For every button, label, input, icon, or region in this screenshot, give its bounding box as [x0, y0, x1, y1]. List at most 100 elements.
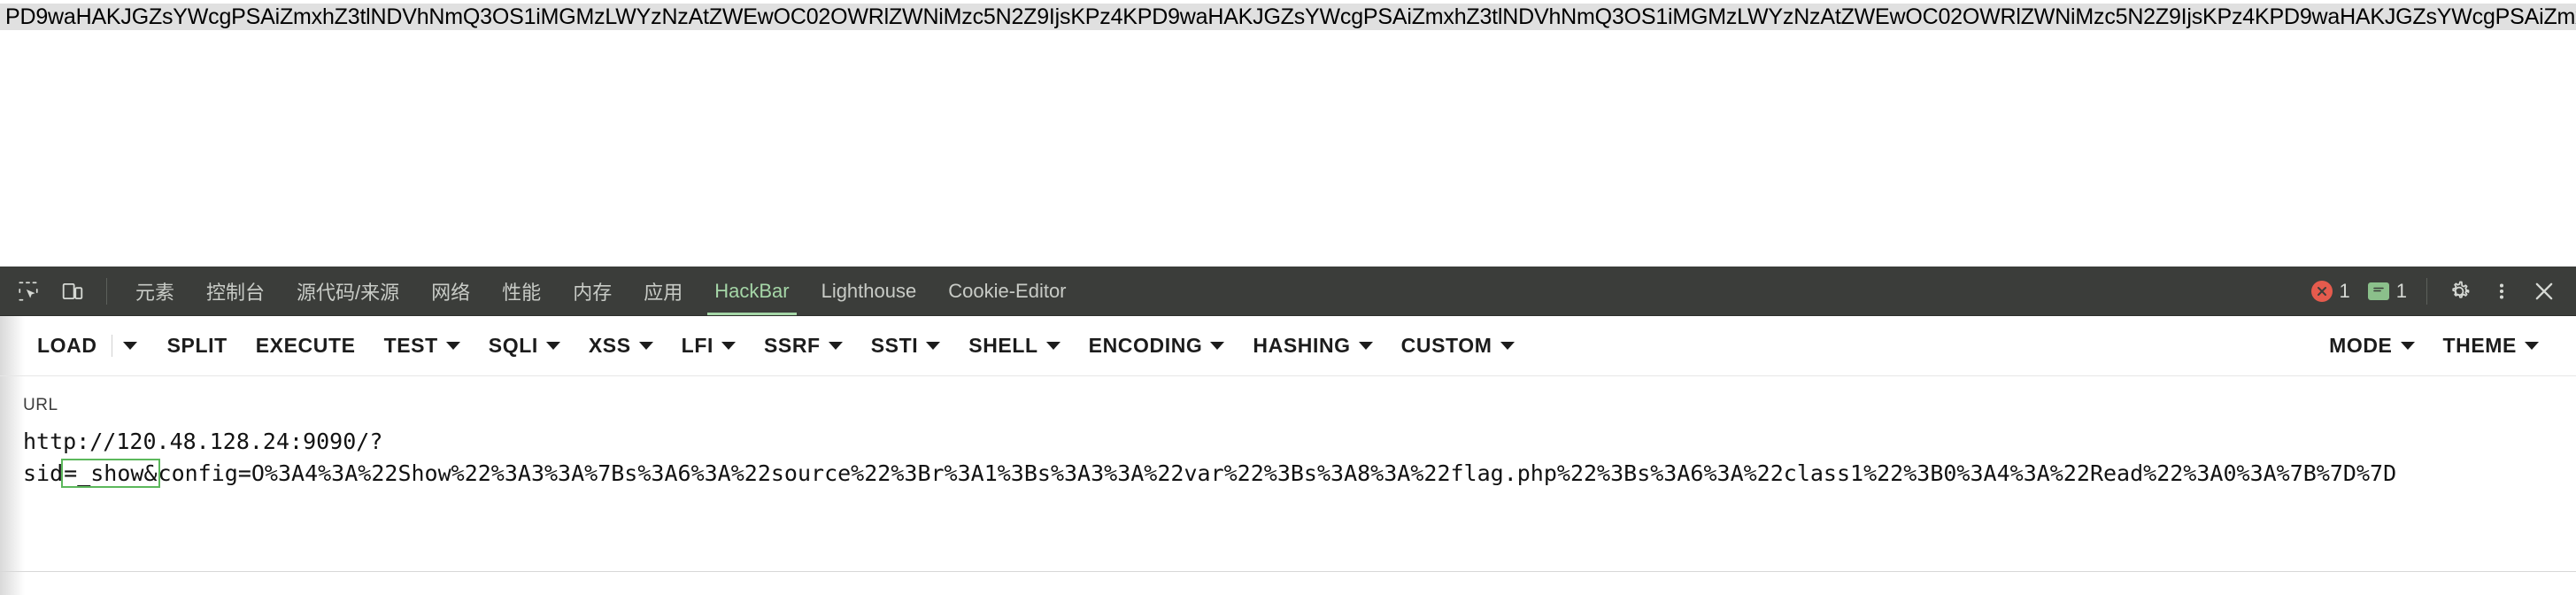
chevron-down-icon	[445, 342, 460, 350]
button-label: LOAD	[37, 334, 97, 357]
button-label: MODE	[2329, 334, 2393, 357]
tab-console[interactable]: 控制台	[190, 267, 281, 315]
chevron-down-icon	[122, 342, 137, 350]
tab-label: 内存	[573, 281, 613, 304]
devtools-panel: 元素 控制台 源代码/来源 网络 性能 内存 应用 HackBar Lighth…	[0, 267, 2576, 595]
toolbar-divider	[106, 277, 107, 305]
toolbar-edge-shade	[0, 316, 25, 375]
mode-button[interactable]: MODE	[2315, 327, 2428, 365]
chevron-down-icon	[828, 342, 843, 350]
split-button[interactable]: SPLIT	[153, 327, 242, 365]
gear-icon	[2452, 281, 2470, 298]
url-input[interactable]: http://120.48.128.24:9090/? sid=_show&co…	[23, 426, 2546, 490]
tab-label: 元素	[135, 281, 175, 304]
kebab-menu-icon	[2499, 282, 2504, 299]
tab-label: HackBar	[714, 279, 790, 302]
button-label: SSRF	[763, 334, 821, 357]
inspect-element-button[interactable]	[9, 272, 48, 311]
chevron-down-icon	[2400, 342, 2415, 350]
tab-label: Cookie-Editor	[948, 279, 1067, 302]
hackbar-toolbar: LOAD SPLIT EXECUTE TEST SQLI XSS LFI SSR…	[0, 316, 2576, 376]
chevron-down-icon	[1500, 342, 1515, 350]
error-icon	[2310, 280, 2333, 302]
settings-button[interactable]	[2440, 272, 2479, 311]
devtools-status-area: 1 1	[2304, 267, 2576, 315]
load-dropdown-button[interactable]	[111, 335, 148, 357]
custom-button[interactable]: CUSTOM	[1387, 327, 1529, 365]
url-field-label: URL	[23, 396, 58, 414]
tab-label: 性能	[502, 281, 542, 304]
chevron-down-icon	[1045, 342, 1060, 350]
button-label: HASHING	[1253, 334, 1351, 357]
body-edge-shade	[0, 376, 25, 595]
tab-application[interactable]: 应用	[628, 267, 698, 315]
tab-lighthouse[interactable]: Lighthouse	[806, 267, 933, 315]
url-text-after: config=O%3A4%3A%22Show%22%3A3%3A%7Bs%3A6…	[158, 460, 2397, 486]
error-count-badge[interactable]: 1	[2304, 280, 2357, 303]
message-count-badge[interactable]: 1	[2361, 280, 2414, 303]
browser-page-viewport: PD9waHAKJGZsYWcgPSAiZmxhZ3tlNDVhNmQ3OS1i…	[0, 0, 2576, 267]
ssti-button[interactable]: SSTI	[857, 327, 955, 365]
button-label: CUSTOM	[1400, 334, 1492, 357]
encoding-button[interactable]: ENCODING	[1075, 327, 1239, 365]
tab-label: Lighthouse	[821, 279, 917, 302]
tab-label: 应用	[644, 281, 683, 304]
devtools-tab-list: 元素 控制台 源代码/来源 网络 性能 内存 应用 HackBar Lighth…	[120, 267, 2304, 315]
load-button[interactable]: LOAD	[23, 327, 112, 365]
error-count: 1	[2339, 279, 2350, 302]
chevron-down-icon	[1358, 342, 1373, 350]
shell-button[interactable]: SHELL	[954, 327, 1074, 365]
devtools-tool-icons	[0, 267, 120, 315]
page-base64-content: PD9waHAKJGZsYWcgPSAiZmxhZ3tlNDVhNmQ3OS1i…	[0, 4, 2576, 30]
tab-sources[interactable]: 源代码/来源	[281, 267, 415, 315]
tab-network[interactable]: 网络	[415, 267, 486, 315]
message-count: 1	[2395, 279, 2407, 302]
xss-button[interactable]: XSS	[575, 327, 667, 365]
chevron-down-icon	[721, 342, 736, 350]
close-devtools-button[interactable]	[2525, 272, 2564, 311]
chevron-down-icon	[638, 342, 653, 350]
tab-label: 源代码/来源	[297, 281, 400, 304]
tab-cookie-editor[interactable]: Cookie-Editor	[932, 267, 1082, 315]
hackbar-url-section: URL http://120.48.128.24:9090/? sid=_sho…	[0, 376, 2576, 595]
ssrf-button[interactable]: SSRF	[750, 327, 857, 365]
sqli-button[interactable]: SQLI	[474, 327, 575, 365]
button-label: LFI	[681, 334, 713, 357]
lfi-button[interactable]: LFI	[667, 327, 750, 365]
devtools-tabbar: 元素 控制台 源代码/来源 网络 性能 内存 应用 HackBar Lighth…	[0, 267, 2576, 316]
test-button[interactable]: TEST	[370, 327, 474, 365]
tab-memory[interactable]: 内存	[557, 267, 628, 315]
device-toolbar-button[interactable]	[53, 272, 92, 311]
close-x-glyph	[2317, 286, 2326, 296]
more-options-button[interactable]	[2482, 272, 2521, 311]
device-toolbar-icon	[62, 282, 83, 299]
hashing-button[interactable]: HASHING	[1238, 327, 1386, 365]
button-label: SQLI	[488, 334, 538, 357]
button-label: TEST	[383, 334, 438, 357]
tab-hackbar[interactable]: HackBar	[698, 267, 805, 315]
url-search-highlight: =_show&	[61, 459, 160, 488]
tab-label: 控制台	[206, 281, 266, 304]
button-label: SHELL	[968, 334, 1038, 357]
tab-performance[interactable]: 性能	[486, 267, 557, 315]
button-label: EXECUTE	[255, 334, 356, 357]
button-label: XSS	[588, 334, 631, 357]
tab-label: 网络	[431, 281, 471, 304]
chevron-down-icon	[1210, 342, 1225, 350]
chevron-down-icon	[545, 342, 560, 350]
button-label: SPLIT	[166, 334, 228, 357]
button-label: SSTI	[870, 334, 919, 357]
theme-button[interactable]: THEME	[2429, 327, 2554, 365]
execute-button[interactable]: EXECUTE	[242, 327, 370, 365]
status-divider	[2426, 277, 2427, 305]
chevron-down-icon	[2525, 342, 2539, 350]
button-label: THEME	[2442, 334, 2517, 357]
url-field-underline	[0, 571, 2576, 572]
message-icon	[2367, 282, 2389, 300]
close-icon	[2535, 282, 2553, 299]
button-label: ENCODING	[1088, 334, 1203, 357]
chevron-down-icon	[926, 342, 941, 350]
tab-elements[interactable]: 元素	[120, 267, 190, 315]
inspect-element-icon	[19, 281, 38, 301]
speech-bubble-glyph	[2372, 287, 2384, 292]
